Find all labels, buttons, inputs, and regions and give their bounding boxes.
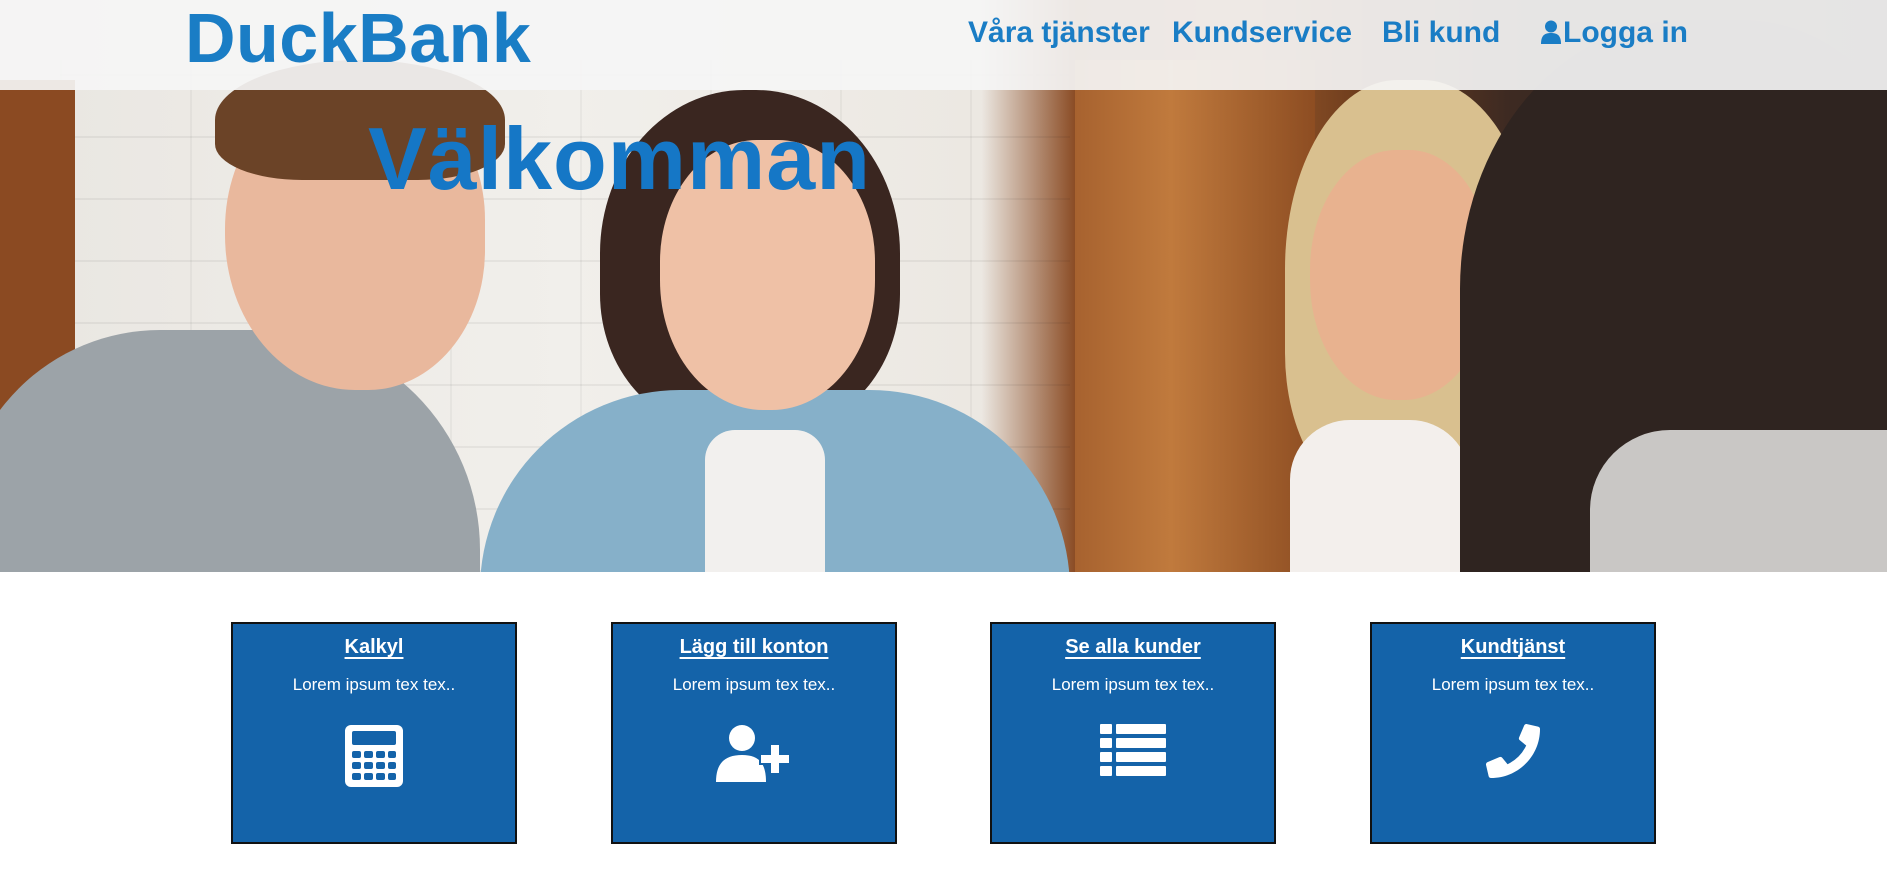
nav-kundservice[interactable]: Kundservice — [1172, 16, 1352, 50]
calculator-icon — [345, 725, 403, 787]
hero-title: Välkomman — [368, 109, 871, 208]
brand-logo[interactable]: DuckBank — [185, 0, 531, 78]
card-text: Lorem ipsum tex tex.. — [1431, 675, 1595, 694]
card-kundtjanst[interactable]: Kundtjänst Lorem ipsum tex tex.. — [1370, 622, 1656, 844]
card-text: Lorem ipsum tex tex.. — [292, 675, 456, 694]
card-title[interactable]: Kalkyl — [345, 636, 404, 659]
add-user-icon — [716, 725, 791, 782]
card-lagg-till-konton[interactable]: Lägg till konton Lorem ipsum tex tex.. — [611, 622, 897, 844]
card-title[interactable]: Kundtjänst — [1461, 636, 1565, 659]
user-icon — [1541, 20, 1561, 44]
card-kalkyl[interactable]: Kalkyl Lorem ipsum tex tex.. — [231, 622, 517, 844]
nav-vara-tjanster[interactable]: Våra tjänster — [968, 16, 1150, 50]
person-sweater — [1290, 420, 1470, 572]
person-body — [1590, 430, 1887, 572]
list-icon — [1100, 724, 1166, 776]
wooden-door-right — [1075, 60, 1315, 572]
card-se-alla-kunder[interactable]: Se alla kunder Lorem ipsum tex tex.. — [990, 622, 1276, 844]
card-title[interactable]: Se alla kunder — [1065, 636, 1201, 659]
nav-bli-kund[interactable]: Bli kund — [1382, 16, 1500, 50]
nav-logga-in[interactable]: Logga in — [1540, 16, 1688, 50]
card-text: Lorem ipsum tex tex.. — [1051, 675, 1215, 694]
phone-icon — [1486, 724, 1540, 778]
site-header: DuckBank Våra tjänster Kundservice Bli k… — [0, 0, 1887, 90]
nav-logga-in-label: Logga in — [1563, 16, 1688, 49]
person-shirt — [705, 430, 825, 572]
card-text: Lorem ipsum tex tex.. — [672, 675, 836, 694]
card-title[interactable]: Lägg till konton — [680, 636, 829, 659]
